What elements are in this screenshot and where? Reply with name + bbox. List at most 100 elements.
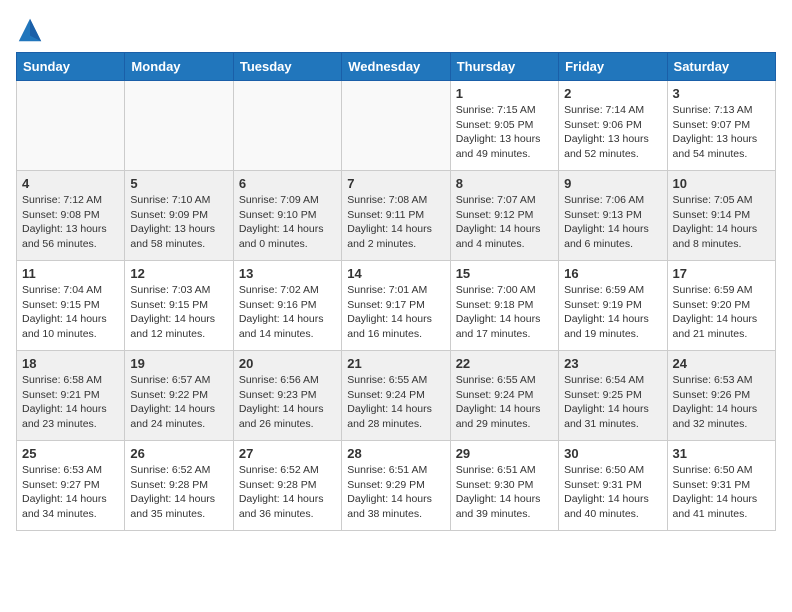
day-info: Sunrise: 6:58 AM Sunset: 9:21 PM Dayligh… — [22, 373, 119, 432]
day-info: Sunrise: 7:05 AM Sunset: 9:14 PM Dayligh… — [673, 193, 770, 252]
calendar-day-26: 26 Sunrise: 6:52 AM Sunset: 9:28 PM Dayli… — [125, 441, 233, 531]
calendar-day-empty — [17, 81, 125, 171]
day-number: 28 — [347, 446, 444, 461]
day-number: 23 — [564, 356, 661, 371]
day-info: Sunrise: 7:15 AM Sunset: 9:05 PM Dayligh… — [456, 103, 553, 162]
day-header-thursday: Thursday — [450, 53, 558, 81]
day-number: 4 — [22, 176, 119, 191]
day-number: 20 — [239, 356, 336, 371]
calendar-week-2: 4 Sunrise: 7:12 AM Sunset: 9:08 PM Daylig… — [17, 171, 776, 261]
day-number: 14 — [347, 266, 444, 281]
day-info: Sunrise: 7:12 AM Sunset: 9:08 PM Dayligh… — [22, 193, 119, 252]
day-number: 13 — [239, 266, 336, 281]
calendar-day-10: 10Sunrise: 7:05 AM Sunset: 9:14 PM Dayli… — [667, 171, 775, 261]
day-header-wednesday: Wednesday — [342, 53, 450, 81]
day-number: 3 — [673, 86, 770, 101]
day-info: Sunrise: 6:50 AM Sunset: 9:31 PM Dayligh… — [564, 463, 661, 522]
calendar-day-11: 11 Sunrise: 7:04 AM Sunset: 9:15 PM Dayli… — [17, 261, 125, 351]
day-number: 26 — [130, 446, 227, 461]
day-number: 31 — [673, 446, 770, 461]
header-row: SundayMondayTuesdayWednesdayThursdayFrid… — [17, 53, 776, 81]
calendar-day-22: 22Sunrise: 6:55 AM Sunset: 9:24 PM Dayli… — [450, 351, 558, 441]
day-info: Sunrise: 6:54 AM Sunset: 9:25 PM Dayligh… — [564, 373, 661, 432]
day-info: Sunrise: 6:52 AM Sunset: 9:28 PM Dayligh… — [130, 463, 227, 522]
day-number: 9 — [564, 176, 661, 191]
calendar-day-17: 17 Sunrise: 6:59 AM Sunset: 9:20 PM Dayli… — [667, 261, 775, 351]
day-info: Sunrise: 7:02 AM Sunset: 9:16 PM Dayligh… — [239, 283, 336, 342]
day-number: 18 — [22, 356, 119, 371]
calendar-day-1: 1 Sunrise: 7:15 AM Sunset: 9:05 PM Daylig… — [450, 81, 558, 171]
calendar-day-30: 30 Sunrise: 6:50 AM Sunset: 9:31 PM Dayli… — [559, 441, 667, 531]
day-number: 17 — [673, 266, 770, 281]
calendar-body: 1 Sunrise: 7:15 AM Sunset: 9:05 PM Daylig… — [17, 81, 776, 531]
day-number: 21 — [347, 356, 444, 371]
day-info: Sunrise: 6:57 AM Sunset: 9:22 PM Dayligh… — [130, 373, 227, 432]
calendar-day-empty — [125, 81, 233, 171]
day-info: Sunrise: 6:59 AM Sunset: 9:19 PM Dayligh… — [564, 283, 661, 342]
calendar-week-3: 11 Sunrise: 7:04 AM Sunset: 9:15 PM Dayli… — [17, 261, 776, 351]
calendar-table: SundayMondayTuesdayWednesdayThursdayFrid… — [16, 52, 776, 531]
calendar-day-31: 31 Sunrise: 6:50 AM Sunset: 9:31 PM Dayli… — [667, 441, 775, 531]
day-info: Sunrise: 7:13 AM Sunset: 9:07 PM Dayligh… — [673, 103, 770, 162]
calendar-day-29: 29 Sunrise: 6:51 AM Sunset: 9:30 PM Dayli… — [450, 441, 558, 531]
logo-icon — [16, 16, 44, 44]
day-number: 27 — [239, 446, 336, 461]
day-header-friday: Friday — [559, 53, 667, 81]
calendar-day-21: 21 Sunrise: 6:55 AM Sunset: 9:24 PM Dayli… — [342, 351, 450, 441]
day-info: Sunrise: 6:59 AM Sunset: 9:20 PM Dayligh… — [673, 283, 770, 342]
day-number: 1 — [456, 86, 553, 101]
day-info: Sunrise: 7:08 AM Sunset: 9:11 PM Dayligh… — [347, 193, 444, 252]
day-info: Sunrise: 6:51 AM Sunset: 9:30 PM Dayligh… — [456, 463, 553, 522]
calendar-day-empty — [342, 81, 450, 171]
day-info: Sunrise: 7:07 AM Sunset: 9:12 PM Dayligh… — [456, 193, 553, 252]
calendar-day-25: 25 Sunrise: 6:53 AM Sunset: 9:27 PM Dayli… — [17, 441, 125, 531]
calendar-day-6: 6 Sunrise: 7:09 AM Sunset: 9:10 PM Daylig… — [233, 171, 341, 261]
day-number: 25 — [22, 446, 119, 461]
day-number: 6 — [239, 176, 336, 191]
calendar-day-14: 14 Sunrise: 7:01 AM Sunset: 9:17 PM Dayli… — [342, 261, 450, 351]
calendar-day-18: 18 Sunrise: 6:58 AM Sunset: 9:21 PM Dayli… — [17, 351, 125, 441]
day-info: Sunrise: 6:51 AM Sunset: 9:29 PM Dayligh… — [347, 463, 444, 522]
calendar-header: SundayMondayTuesdayWednesdayThursdayFrid… — [17, 53, 776, 81]
calendar-day-24: 24 Sunrise: 6:53 AM Sunset: 9:26 PM Dayli… — [667, 351, 775, 441]
day-header-tuesday: Tuesday — [233, 53, 341, 81]
day-number: 8 — [456, 176, 553, 191]
day-info: Sunrise: 6:53 AM Sunset: 9:26 PM Dayligh… — [673, 373, 770, 432]
day-number: 11 — [22, 266, 119, 281]
day-header-monday: Monday — [125, 53, 233, 81]
calendar-day-15: 15 Sunrise: 7:00 AM Sunset: 9:18 PM Dayli… — [450, 261, 558, 351]
day-info: Sunrise: 6:52 AM Sunset: 9:28 PM Dayligh… — [239, 463, 336, 522]
day-number: 30 — [564, 446, 661, 461]
calendar-day-3: 3 Sunrise: 7:13 AM Sunset: 9:07 PM Daylig… — [667, 81, 775, 171]
calendar-day-16: 16Sunrise: 6:59 AM Sunset: 9:19 PM Dayli… — [559, 261, 667, 351]
calendar-day-13: 13 Sunrise: 7:02 AM Sunset: 9:16 PM Dayli… — [233, 261, 341, 351]
day-number: 19 — [130, 356, 227, 371]
calendar-day-27: 27 Sunrise: 6:52 AM Sunset: 9:28 PM Dayli… — [233, 441, 341, 531]
day-info: Sunrise: 7:09 AM Sunset: 9:10 PM Dayligh… — [239, 193, 336, 252]
day-number: 7 — [347, 176, 444, 191]
calendar-week-4: 18 Sunrise: 6:58 AM Sunset: 9:21 PM Dayli… — [17, 351, 776, 441]
calendar-day-7: 7 Sunrise: 7:08 AM Sunset: 9:11 PM Daylig… — [342, 171, 450, 261]
day-info: Sunrise: 7:01 AM Sunset: 9:17 PM Dayligh… — [347, 283, 444, 342]
day-info: Sunrise: 6:55 AM Sunset: 9:24 PM Dayligh… — [456, 373, 553, 432]
day-info: Sunrise: 6:50 AM Sunset: 9:31 PM Dayligh… — [673, 463, 770, 522]
calendar-day-8: 8 Sunrise: 7:07 AM Sunset: 9:12 PM Daylig… — [450, 171, 558, 261]
calendar-day-empty — [233, 81, 341, 171]
day-number: 29 — [456, 446, 553, 461]
day-number: 2 — [564, 86, 661, 101]
day-info: Sunrise: 7:00 AM Sunset: 9:18 PM Dayligh… — [456, 283, 553, 342]
day-info: Sunrise: 6:55 AM Sunset: 9:24 PM Dayligh… — [347, 373, 444, 432]
day-number: 15 — [456, 266, 553, 281]
calendar-week-5: 25 Sunrise: 6:53 AM Sunset: 9:27 PM Dayli… — [17, 441, 776, 531]
calendar-day-28: 28 Sunrise: 6:51 AM Sunset: 9:29 PM Dayli… — [342, 441, 450, 531]
day-info: Sunrise: 7:04 AM Sunset: 9:15 PM Dayligh… — [22, 283, 119, 342]
day-header-sunday: Sunday — [17, 53, 125, 81]
day-info: Sunrise: 7:06 AM Sunset: 9:13 PM Dayligh… — [564, 193, 661, 252]
day-info: Sunrise: 7:14 AM Sunset: 9:06 PM Dayligh… — [564, 103, 661, 162]
day-number: 24 — [673, 356, 770, 371]
calendar-day-2: 2 Sunrise: 7:14 AM Sunset: 9:06 PM Daylig… — [559, 81, 667, 171]
calendar-day-5: 5Sunrise: 7:10 AM Sunset: 9:09 PM Daylig… — [125, 171, 233, 261]
day-info: Sunrise: 7:10 AM Sunset: 9:09 PM Dayligh… — [130, 193, 227, 252]
logo — [16, 16, 48, 44]
day-info: Sunrise: 6:53 AM Sunset: 9:27 PM Dayligh… — [22, 463, 119, 522]
